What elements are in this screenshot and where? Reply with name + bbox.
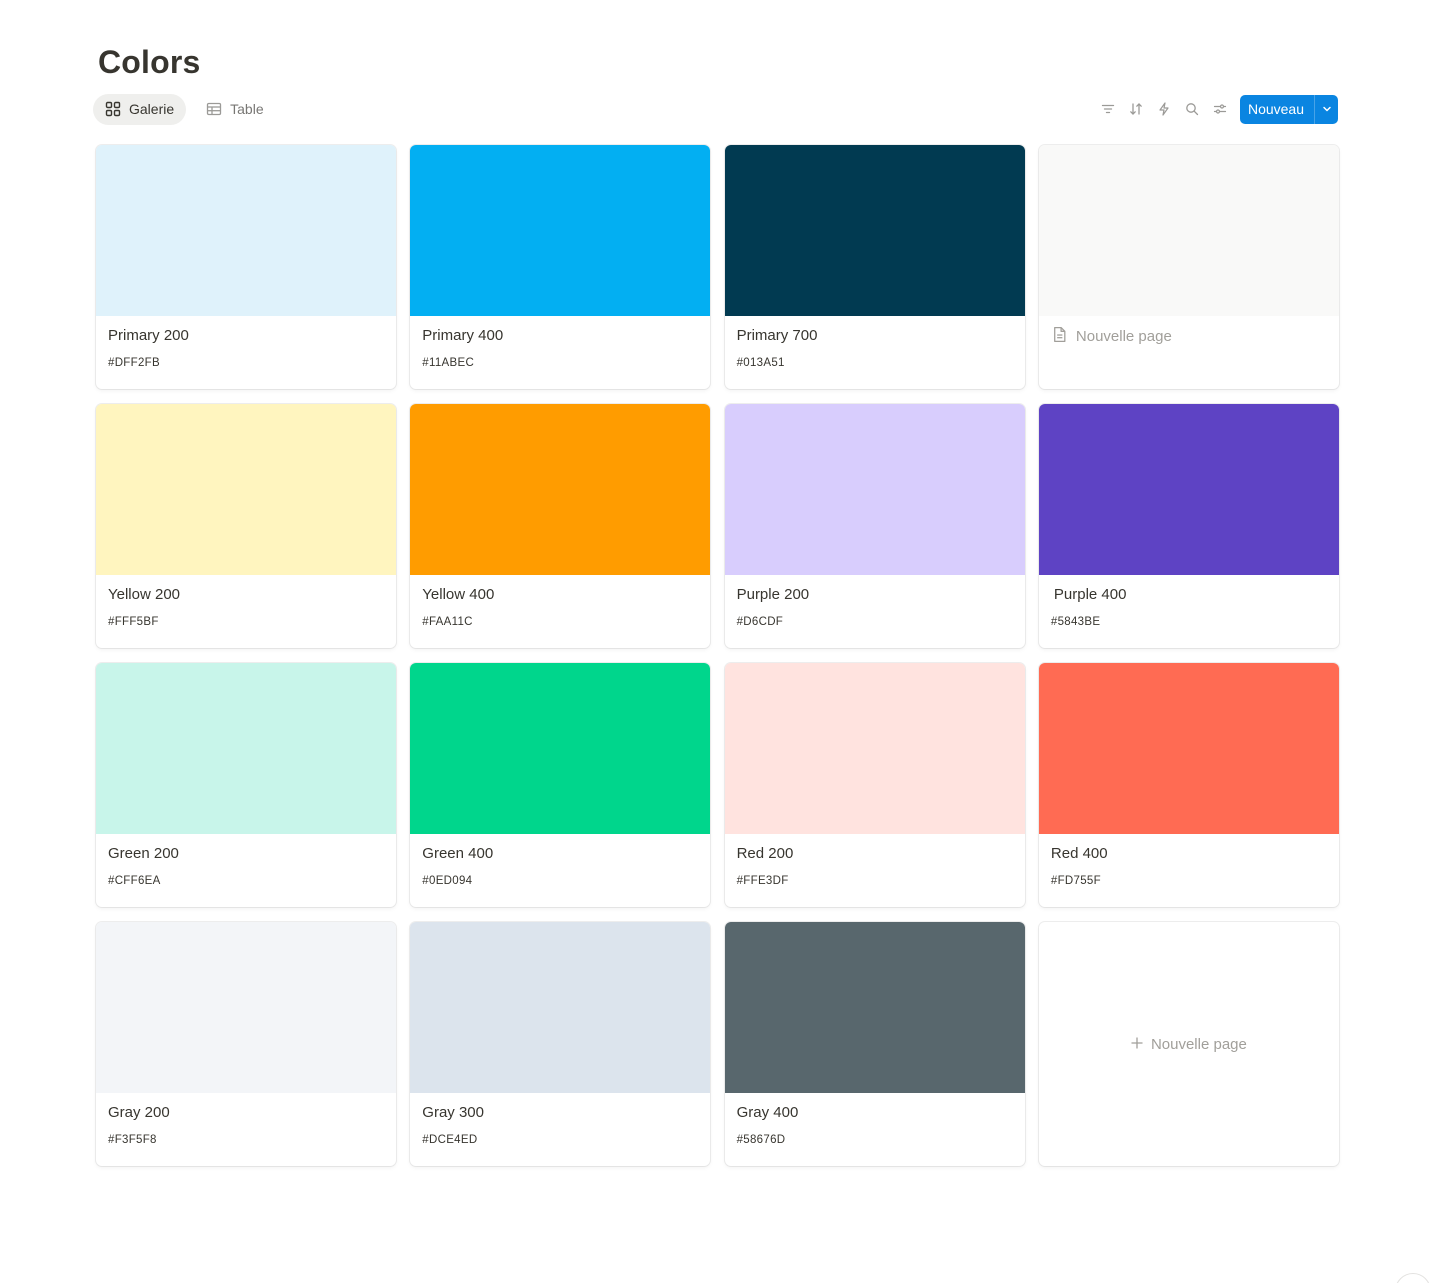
card-hex: #DFF2FB — [108, 357, 160, 369]
card-title: Purple 200 — [736, 586, 810, 603]
color-swatch — [1038, 404, 1339, 575]
color-swatch — [724, 922, 1025, 1093]
card-body: Yellow 200 #FFF5BF — [96, 575, 396, 629]
card-title: Gray 200 — [108, 1104, 170, 1121]
color-swatch — [410, 922, 711, 1093]
card-title: Gray 400 — [736, 1104, 799, 1121]
card-title: Yellow 200 — [108, 586, 181, 603]
tab-galerie[interactable]: Galerie — [93, 93, 187, 125]
card-body: Primary 700 #013A51 — [725, 316, 1025, 370]
new-button[interactable]: Nouveau — [1239, 94, 1338, 124]
new-page-card-label: Nouvelle page — [1150, 1035, 1247, 1053]
color-card[interactable]: Green 400 #0ED094 — [410, 663, 711, 907]
help-button[interactable] — [1395, 1273, 1431, 1283]
card-hex: #FD755F — [1050, 875, 1101, 887]
card-body: Gray 200 #F3F5F8 — [96, 1093, 396, 1147]
new-button-label: Nouveau — [1247, 101, 1304, 117]
card-hex: #FFF5BF — [108, 616, 159, 628]
card-hex: #F3F5F8 — [108, 1134, 157, 1146]
card-title: Primary 200 — [108, 327, 189, 344]
automation-icon[interactable] — [1150, 95, 1178, 123]
color-card[interactable]: Purple 400 #5843BE — [1038, 404, 1339, 648]
color-swatch — [410, 145, 711, 316]
color-swatch — [410, 404, 711, 575]
page-title: Colors — [98, 44, 201, 80]
card-hex: #0ED094 — [422, 875, 473, 887]
search-icon[interactable] — [1178, 95, 1206, 123]
color-card[interactable]: Yellow 400 #FAA11C — [410, 404, 711, 648]
tab-table-label: Table — [230, 101, 264, 117]
plus-icon — [1131, 1036, 1143, 1053]
new-page-card[interactable]: Nouvelle page — [1038, 922, 1339, 1166]
card-body: Gray 300 #DCE4ED — [410, 1093, 710, 1147]
card-hex: #D6CDF — [736, 616, 784, 628]
color-card[interactable]: Red 400 #FD755F — [1038, 663, 1339, 907]
card-body: Yellow 400 #FAA11C — [410, 575, 710, 629]
card-body: Gray 400 #58676D — [725, 1093, 1025, 1147]
empty-cover — [1038, 145, 1339, 316]
color-swatch — [410, 663, 711, 834]
table-icon — [206, 101, 222, 117]
color-card[interactable]: Purple 200 #D6CDF — [724, 404, 1025, 648]
card-body: Purple 400 #5843BE — [1039, 575, 1339, 629]
filter-icon[interactable] — [1094, 95, 1122, 123]
page: Colors Galerie Table Nouveau Primary 200… — [0, 0, 1437, 1283]
color-card[interactable]: Primary 700 #013A51 — [724, 145, 1025, 389]
color-swatch — [724, 663, 1025, 834]
sort-icon[interactable] — [1122, 95, 1150, 123]
color-card[interactable]: Yellow 200 #FFF5BF — [96, 404, 396, 648]
card-title: Red 400 — [1050, 845, 1108, 862]
gallery-icon — [105, 101, 121, 117]
color-card[interactable]: Green 200 #CFF6EA — [96, 663, 396, 907]
tab-galerie-label: Galerie — [129, 101, 175, 117]
card-hex: #CFF6EA — [108, 875, 161, 887]
card-title: Green 400 — [422, 845, 494, 862]
gallery-grid: Primary 200 #DFF2FB Primary 400 #11ABEC … — [96, 145, 1339, 1166]
color-card[interactable]: Primary 200 #DFF2FB — [96, 145, 396, 389]
color-card[interactable]: Gray 300 #DCE4ED — [410, 922, 711, 1166]
card-title: Red 200 — [736, 845, 794, 862]
view-tabs: Galerie Table — [93, 93, 276, 125]
color-swatch — [96, 145, 396, 316]
color-card[interactable]: Primary 400 #11ABEC — [410, 145, 711, 389]
card-hex: #FAA11C — [422, 616, 473, 628]
color-swatch — [96, 663, 396, 834]
color-swatch — [724, 404, 1025, 575]
card-title: Primary 400 — [422, 327, 504, 344]
new-page-card[interactable]: Nouvelle page — [1038, 145, 1339, 389]
color-swatch — [1038, 663, 1339, 834]
color-swatch — [96, 404, 396, 575]
color-swatch — [724, 145, 1025, 316]
new-page-label: Nouvelle page — [1075, 328, 1172, 345]
chevron-down-icon[interactable] — [1314, 94, 1338, 124]
card-body: Primary 200 #DFF2FB — [96, 316, 396, 370]
card-hex: #58676D — [736, 1134, 786, 1146]
view-toolbar: Galerie Table Nouveau — [93, 93, 1338, 125]
card-title: Gray 300 — [422, 1104, 484, 1121]
color-swatch — [96, 922, 396, 1093]
card-hex: #DCE4ED — [422, 1134, 478, 1146]
new-page-row: Nouvelle page — [1039, 316, 1339, 357]
color-card[interactable]: Gray 400 #58676D — [724, 922, 1025, 1166]
card-body: Red 400 #FD755F — [1039, 834, 1339, 888]
card-body: Green 200 #CFF6EA — [96, 834, 396, 888]
card-body: Green 400 #0ED094 — [410, 834, 710, 888]
card-title: Green 200 — [108, 845, 179, 862]
settings-icon[interactable] — [1206, 95, 1234, 123]
card-hex: #5843BE — [1050, 616, 1101, 628]
color-card[interactable]: Red 200 #FFE3DF — [724, 663, 1025, 907]
card-body: Red 200 #FFE3DF — [725, 834, 1025, 888]
card-body: Purple 200 #D6CDF — [725, 575, 1025, 629]
color-card[interactable]: Gray 200 #F3F5F8 — [96, 922, 396, 1166]
page-icon — [1051, 326, 1068, 347]
card-hex: #11ABEC — [422, 357, 475, 369]
card-title: Purple 400 — [1053, 586, 1127, 603]
card-hex: #FFE3DF — [736, 875, 789, 887]
card-body: Primary 400 #11ABEC — [410, 316, 710, 370]
card-hex: #013A51 — [736, 357, 785, 369]
toolbar-actions: Nouveau — [1094, 94, 1338, 124]
tab-table[interactable]: Table — [194, 94, 275, 125]
card-title: Yellow 400 — [422, 586, 495, 603]
card-title: Primary 700 — [736, 327, 818, 344]
